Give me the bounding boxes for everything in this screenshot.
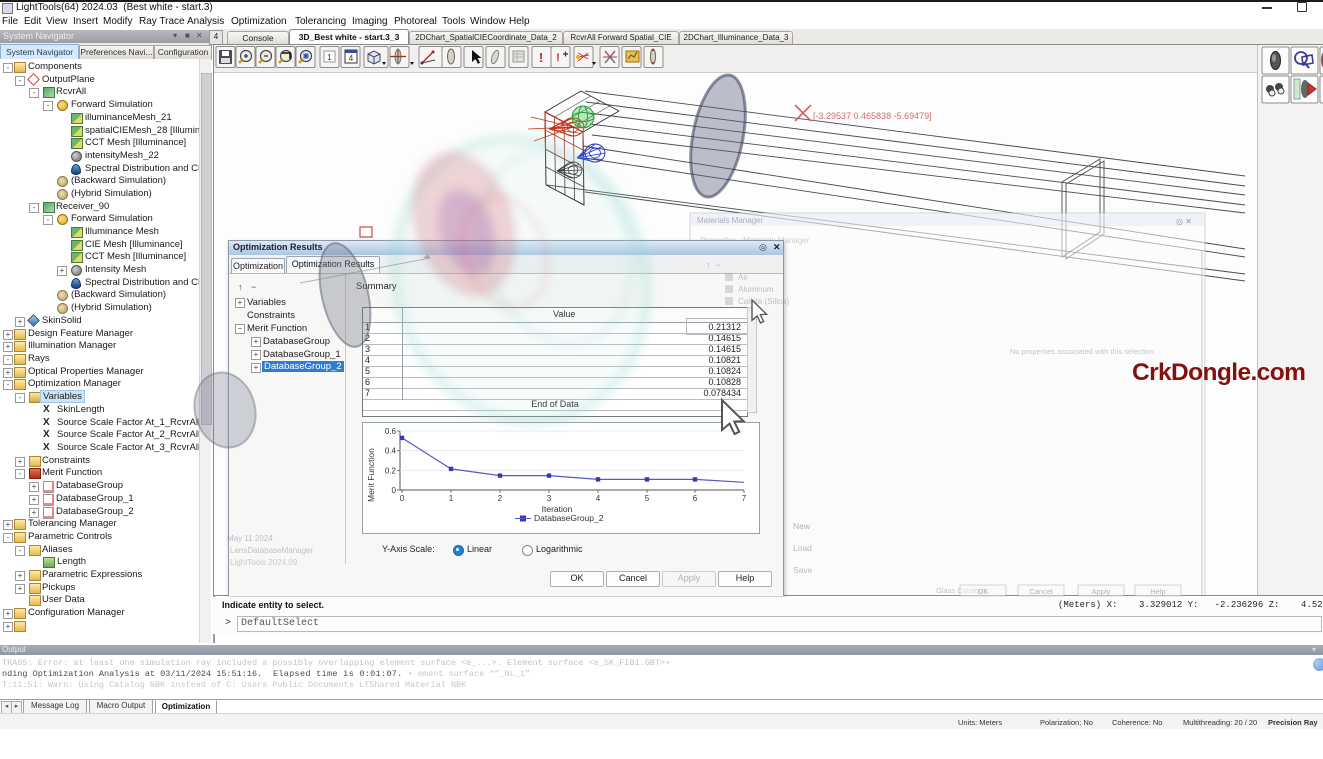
svg-text:1: 1 (449, 494, 454, 503)
svg-text:5: 5 (645, 494, 650, 503)
svg-text:Materials Manager: Materials Manager (697, 216, 764, 225)
svg-text:0: 0 (400, 494, 405, 503)
svg-text:4: 4 (596, 494, 601, 503)
svg-text:Merit Function: Merit Function (366, 448, 376, 502)
svg-text:6: 6 (693, 494, 698, 503)
svg-text:0.4: 0.4 (385, 447, 397, 456)
svg-text:0.2: 0.2 (385, 466, 397, 475)
svg-text:2: 2 (498, 494, 503, 503)
svg-text:DatabaseGroup_2: DatabaseGroup_2 (534, 513, 604, 523)
svg-text:◎ ✕: ◎ ✕ (1176, 217, 1192, 226)
svg-text:0.6: 0.6 (385, 427, 397, 436)
svg-text:7: 7 (742, 494, 747, 503)
svg-text:0: 0 (392, 486, 397, 495)
svg-text:3: 3 (547, 494, 552, 503)
svg-text:[-3.29537 0.465838 -5.69479]: [-3.29537 0.465838 -5.69479] (813, 111, 932, 121)
